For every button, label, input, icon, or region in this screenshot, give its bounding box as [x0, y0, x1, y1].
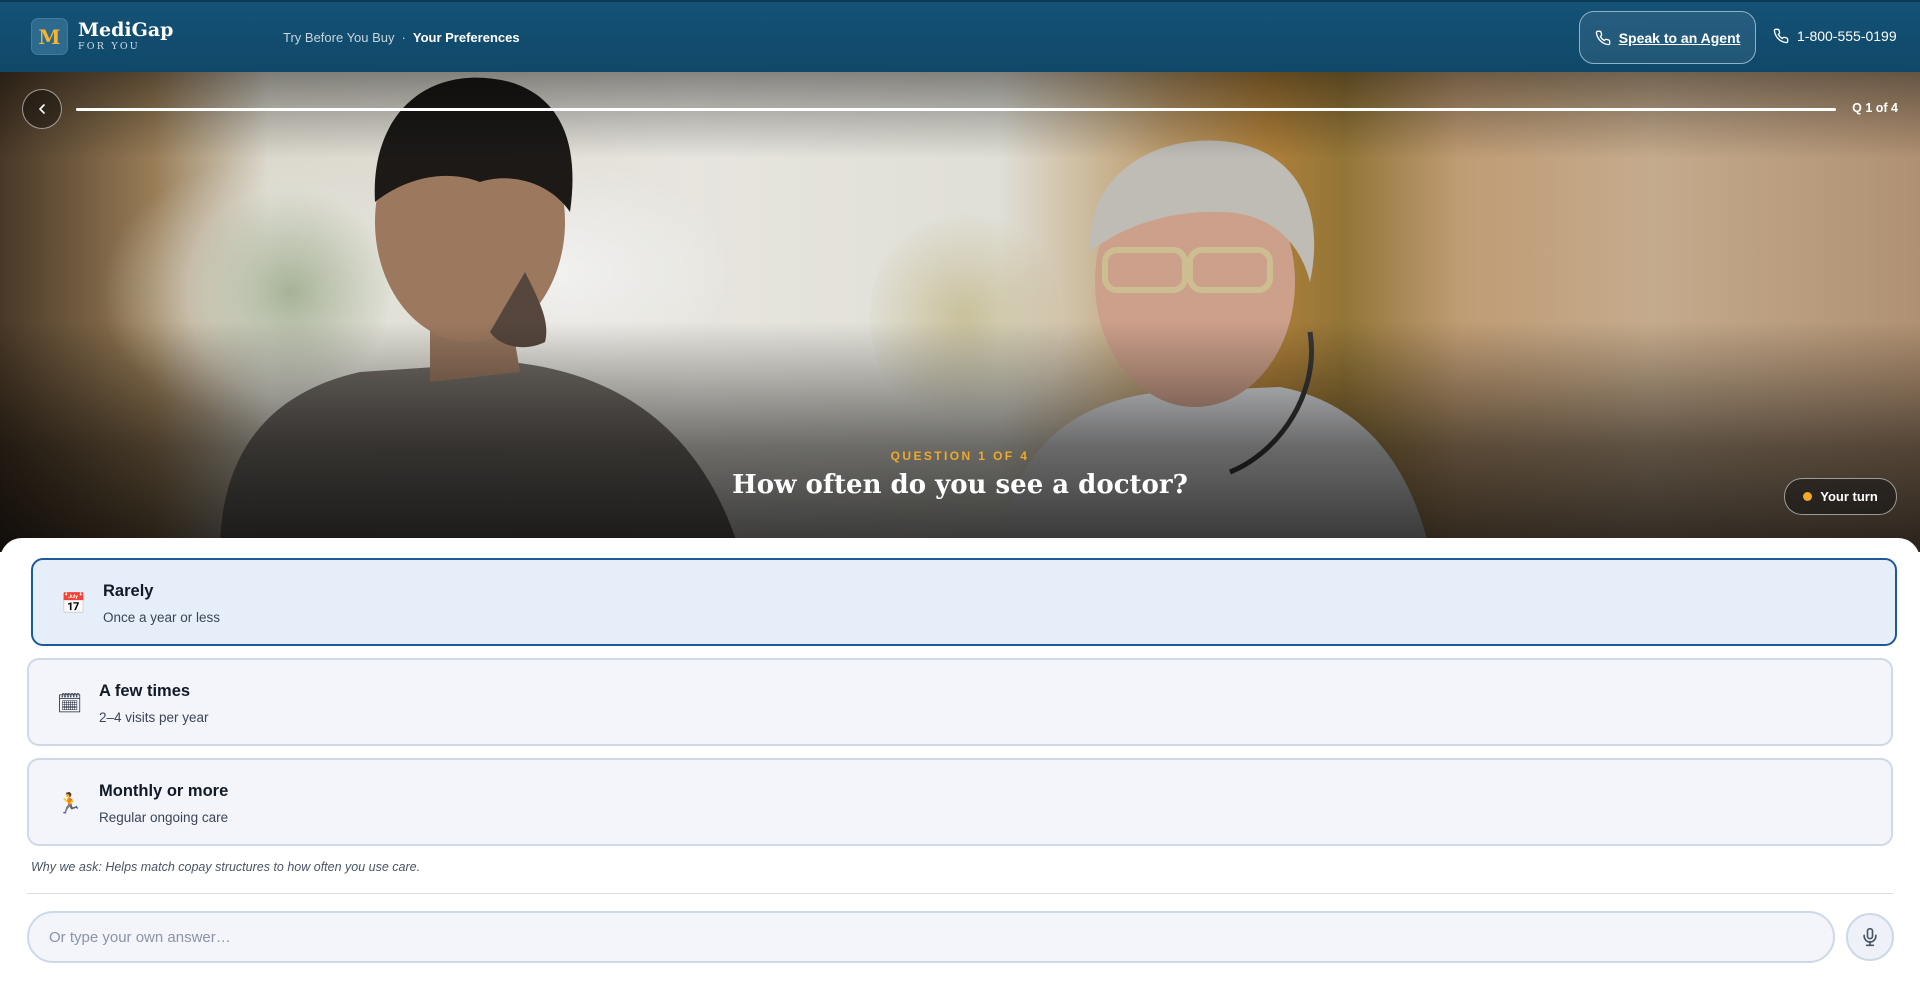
top-navigation-bar: M MediGap FOR YOU Try Before You Buy · Y… [0, 0, 1920, 72]
running-person-icon: 🏃 [57, 793, 82, 815]
question-progress-bar [76, 108, 1836, 111]
question-title: How often do you see a doctor? [732, 470, 1188, 500]
chevron-left-icon [39, 104, 45, 114]
option-rarely[interactable]: 📅 Rarely Once a year or less [31, 558, 1897, 646]
phone-number: 1-800-555-0199 [1797, 28, 1897, 44]
speak-to-agent-label: Speak to an Agent [1618, 29, 1741, 46]
option-title: Monthly or more [99, 782, 229, 800]
microphone-button[interactable] [1846, 913, 1894, 961]
microphone-icon [1863, 927, 1877, 947]
logo-name: MediGap [78, 19, 174, 42]
back-button[interactable] [22, 89, 62, 129]
logo[interactable]: M MediGap FOR YOU [31, 18, 173, 55]
your-turn-indicator: Your turn [1784, 478, 1897, 515]
breadcrumb: Try Before You Buy · Your Preferences [283, 30, 520, 45]
option-subtitle: 2–4 visits per year [99, 710, 209, 725]
your-turn-label: Your turn [1820, 489, 1878, 504]
phone-icon [1773, 28, 1789, 44]
breadcrumb-step-try[interactable]: Try Before You Buy [283, 30, 395, 45]
breadcrumb-separator: · [401, 30, 406, 45]
calendar-icon: 📅 [61, 593, 86, 615]
option-title: A few times [99, 682, 191, 700]
breadcrumb-step-preferences: Your Preferences [412, 30, 520, 45]
divider [27, 893, 1893, 894]
option-title: Rarely [103, 582, 154, 600]
logo-badge: M [31, 18, 68, 55]
option-subtitle: Once a year or less [103, 610, 221, 625]
option-a-few-times[interactable]: 🗓 A few times 2–4 visits per year [27, 658, 1893, 746]
phone-number-link[interactable]: 1-800-555-0199 [1773, 28, 1897, 44]
question-counter: Q 1 of 4 [1852, 101, 1898, 115]
option-monthly-or-more[interactable]: 🏃 Monthly or more Regular ongoing care [27, 758, 1893, 846]
question-progress-fill [76, 108, 1836, 111]
logo-tagline: FOR YOU [78, 41, 141, 53]
notepad-calendar-icon: 🗓 [57, 693, 83, 715]
custom-answer-input[interactable] [27, 911, 1835, 963]
question-eyebrow: QUESTION 1 OF 4 [890, 449, 1030, 463]
status-dot-icon [1803, 492, 1813, 501]
logo-wordmark: MediGap FOR YOU [78, 21, 173, 52]
option-subtitle: Regular ongoing care [99, 810, 229, 825]
why-we-ask-note: Why we ask: Helps match copay structures… [31, 860, 421, 874]
speak-to-agent-button[interactable]: Speak to an Agent [1579, 11, 1756, 64]
phone-icon [1595, 30, 1611, 45]
